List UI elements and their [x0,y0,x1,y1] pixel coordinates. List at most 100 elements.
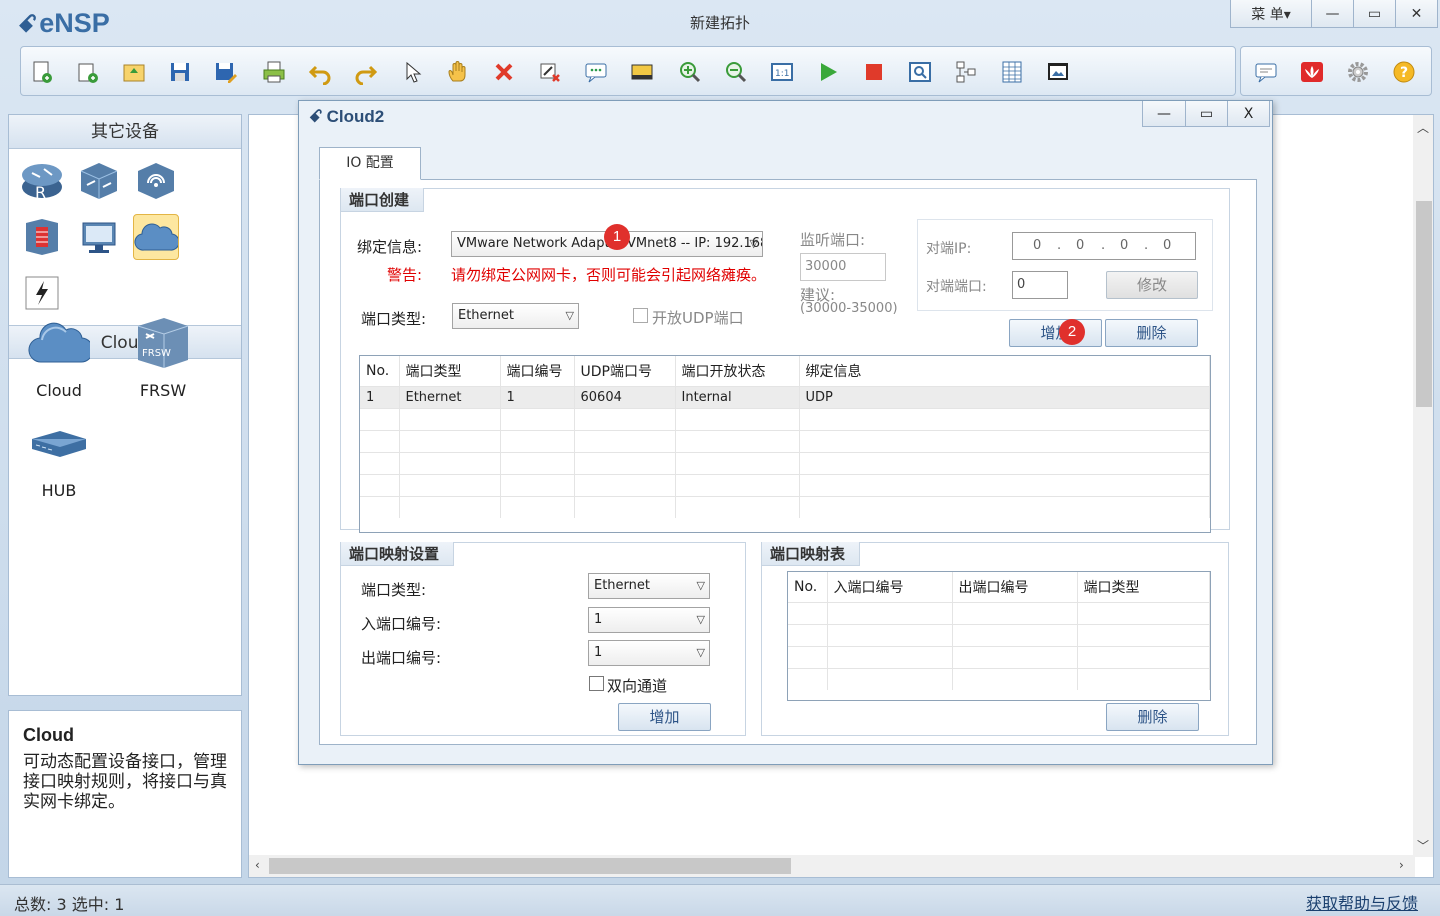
fit-icon[interactable]: 1:1 [767,57,797,87]
suggest-range: (30000-35000) [800,301,898,316]
dialog-maximize-button[interactable]: ▭ [1185,101,1227,126]
dialog-close-button[interactable]: X [1227,101,1269,126]
undo-icon[interactable] [305,57,335,87]
device-hub[interactable]: HUB [9,411,109,500]
horizontal-scroll-thumb[interactable] [269,858,791,874]
device-cloud[interactable]: Cloud [9,311,109,400]
vertical-scroll-thumb[interactable] [1416,201,1432,407]
map-port-type-select[interactable]: Ethernet ▽ [588,573,710,599]
col-no: No. [788,572,828,602]
scroll-up-icon[interactable]: ︿ [1413,119,1433,136]
listen-port-input[interactable]: 30000 [800,253,886,281]
table-row-empty [360,407,1210,430]
horizontal-scrollbar[interactable]: ‹ › [249,855,1415,877]
table-row-empty [788,623,1210,646]
open-icon[interactable] [119,57,149,87]
wlan-category[interactable] [127,153,184,209]
minimize-button[interactable]: — [1311,0,1353,27]
out-port-label: 出端口编号: [361,649,442,667]
table-row-empty [360,473,1210,496]
add-mapping-button[interactable]: 增加 [618,703,711,731]
col-udp-port: UDP端口号 [574,356,676,386]
in-port-select[interactable]: 1 ▽ [588,607,710,633]
port-type-select[interactable]: Ethernet ▽ [452,303,579,329]
settings-icon[interactable] [1343,57,1373,87]
help-icon[interactable]: ? [1389,57,1419,87]
capture-icon[interactable] [905,57,935,87]
bidirectional-checkbox[interactable] [589,676,604,691]
zoom-in-icon[interactable] [675,57,705,87]
print-icon[interactable] [259,57,289,87]
delete-link-icon[interactable] [535,57,565,87]
dialog-minimize-button[interactable]: — [1143,101,1185,126]
delete-port-button[interactable]: 删除 [1105,319,1198,347]
firewall-category[interactable] [13,209,70,265]
col-out-port: 出端口编号 [952,572,1078,602]
new-example-icon[interactable] [73,57,103,87]
modify-button[interactable]: 修改 [1106,271,1198,299]
tab-io-config[interactable]: IO 配置 [319,147,421,180]
menu-button[interactable]: 菜 单▾ [1231,0,1311,27]
chevron-down-icon: ▽ [696,613,705,626]
cloud-category[interactable] [127,209,184,265]
add-port-button[interactable]: 增加 [1009,319,1102,347]
col-no: No. [360,356,400,386]
screen-icon[interactable] [1043,57,1073,87]
mapping-table: No. 入端口编号 出端口编号 端口类型 [787,571,1211,701]
close-button[interactable]: ✕ [1395,0,1437,27]
peer-ip-octet-4: 0 [1163,238,1173,253]
peer-ip-dot: . [1144,238,1150,253]
status-counts: 总数: 3 选中: 1 [14,895,125,914]
save-icon[interactable] [165,57,195,87]
table-icon[interactable] [997,57,1027,87]
peer-ip-input[interactable]: 0 . 0 . 0 . 0 [1012,232,1196,260]
stop-icon[interactable] [859,57,889,87]
help-feedback-link[interactable]: 获取帮助与反馈 [1306,890,1418,914]
router-category[interactable]: R [13,153,70,209]
status-bar: 总数: 3 选中: 1 获取帮助与反馈 [0,884,1440,916]
scroll-right-icon[interactable]: › [1399,858,1404,872]
cell-udp-port: 60604 [574,385,676,408]
mapping-table-group: 端口映射表 No. 入端口编号 出端口编号 端口类型 删除 [761,542,1229,736]
delete-mapping-button[interactable]: 删除 [1106,703,1199,731]
svg-text:FRSW: FRSW [142,348,171,359]
delete-icon[interactable] [489,57,519,87]
maximize-button[interactable]: ▭ [1353,0,1395,27]
table-row-empty [788,667,1210,690]
vertical-scrollbar[interactable]: ︿ ﹀ [1413,115,1433,857]
chevron-down-icon: ▽ [565,309,574,322]
huawei-icon[interactable] [1297,57,1327,87]
port-table-grid: No. 端口类型 端口编号 UDP端口号 端口开放状态 绑定信息 1 Ether… [360,356,1210,518]
col-port-type: 端口类型 [1077,572,1210,602]
udp-checkbox[interactable] [633,308,648,323]
table-row[interactable]: 1 Ethernet 1 60604 Internal UDP [360,385,1210,408]
text-icon[interactable] [581,57,611,87]
pc-category[interactable] [70,209,127,265]
redo-icon[interactable] [351,57,381,87]
save-as-icon[interactable] [211,57,241,87]
new-topology-icon[interactable] [27,57,57,87]
scroll-down-icon[interactable]: ﹀ [1413,837,1433,854]
switch-category[interactable] [70,153,127,209]
select-icon[interactable] [397,57,427,87]
in-port-label: 入端口编号: [361,615,442,633]
device-frsw[interactable]: FRSW FRSW [113,311,213,400]
scroll-left-icon[interactable]: ‹ [255,858,260,872]
peer-ip-octet-3: 0 [1120,238,1130,253]
col-in-port: 入端口编号 [827,572,953,602]
peer-port-input[interactable]: 0 [1012,271,1068,299]
table-row-empty [360,495,1210,518]
topology-icon[interactable] [951,57,981,87]
chat-icon[interactable] [1251,57,1281,87]
palette-icon[interactable] [627,57,657,87]
warning-text: 请勿绑定公网网卡，否则可能会引起网络瘫痪。 [451,266,767,284]
out-port-select[interactable]: 1 ▽ [588,640,710,666]
pan-hand-icon[interactable] [443,57,473,87]
in-port-value: 1 [594,612,603,627]
start-icon[interactable] [813,57,843,87]
description-text: 可动态配置设备接口，管理接口映射规则，将接口与真实网卡绑定。 [23,752,227,812]
zoom-out-icon[interactable] [721,57,751,87]
port-creation-group: 端口创建 绑定信息: VMware Network Adapter VMnet8… [340,188,1230,533]
hub-device-icon [9,411,109,475]
table-row-empty [788,601,1210,624]
